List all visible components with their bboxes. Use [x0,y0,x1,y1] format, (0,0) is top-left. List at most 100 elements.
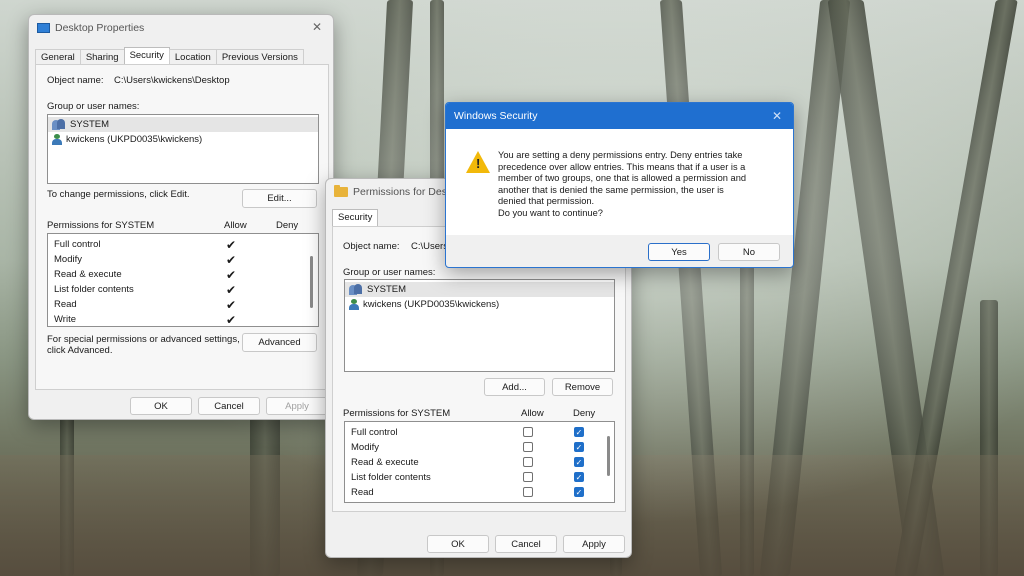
close-icon[interactable]: ✕ [769,108,785,124]
permission-label: Read & execute [54,269,122,280]
edit-button[interactable]: Edit... [242,189,317,208]
group-icon [349,284,363,295]
scrollbar[interactable] [310,256,313,308]
message-area: ! You are setting a deny permissions ent… [446,129,793,235]
message-line: denied that permission. [498,196,595,206]
no-button[interactable]: No [718,243,780,261]
deny-checkbox[interactable]: ✓ [574,487,584,497]
permission-label: List folder contents [351,472,431,483]
yes-button[interactable]: Yes [648,243,710,261]
user-name: kwickens (UKPD0035\kwickens) [66,134,203,145]
permission-row: Write [54,312,312,326]
permission-label: Read [54,299,77,310]
allow-header: Allow [521,408,544,419]
allow-checkbox[interactable] [523,472,533,482]
scrollbar[interactable] [607,436,610,476]
allow-check-icon: ✔ [226,298,237,312]
group-names-label: Group or user names: [343,267,436,278]
windows-security-dialog: Windows Security ✕ ! You are setting a d… [445,102,794,268]
message-line: Do you want to continue? [498,207,603,218]
permission-row: Modify [54,252,312,267]
allow-checkbox[interactable] [523,442,533,452]
user-name: SYSTEM [70,119,110,130]
ok-button[interactable]: OK [130,397,192,415]
allow-checkbox[interactable] [523,457,533,467]
permission-row: Read & execute [351,455,608,470]
warning-icon: ! [466,151,490,173]
list-item[interactable]: kwickens (UKPD0035\kwickens) [345,297,614,312]
allow-checkbox[interactable] [523,502,533,503]
tab-location[interactable]: Location [168,49,217,64]
message-line: You are setting a deny permissions entry… [498,150,743,160]
remove-button[interactable]: Remove [552,378,613,396]
ok-button[interactable]: OK [427,535,489,553]
permission-row: List folder contents [351,470,608,485]
window-title: Permissions for Deskt [353,186,456,198]
permission-row: List folder contents [54,282,312,297]
alert-message: You are setting a deny permissions entry… [498,150,746,219]
deny-checkbox[interactable]: ✓ [574,472,584,482]
allow-checkbox[interactable] [523,427,533,437]
allow-header: Allow [224,220,247,231]
deny-checkbox[interactable]: ✓ [574,502,584,503]
close-icon[interactable]: ✕ [309,19,325,35]
change-permissions-text: To change permissions, click Edit. [47,189,190,200]
tab-sharing[interactable]: Sharing [79,49,125,64]
allow-checkbox[interactable] [523,487,533,497]
group-icon [52,119,66,130]
folder-icon [334,185,348,197]
object-name-label: Object name: [343,241,400,252]
permission-label: List folder contents [54,284,134,295]
deny-header: Deny [573,408,596,419]
permissions-list: Full control Modify Read & execute List … [47,233,319,327]
allow-check-icon: ✔ [226,268,237,282]
user-icon [349,299,359,310]
cancel-button[interactable]: Cancel [198,397,260,415]
advanced-button[interactable]: Advanced [242,333,317,352]
permission-label: Modify [54,254,82,265]
apply-button: Apply [266,397,328,415]
tab-bar: General Sharing Security Location Previo… [35,47,304,64]
add-button[interactable]: Add... [484,378,545,396]
list-item[interactable]: SYSTEM [48,117,318,132]
allow-check-icon: ✔ [226,283,237,297]
apply-button[interactable]: Apply [563,535,625,553]
deny-checkbox[interactable]: ✓ [574,457,584,467]
title-bar: Desktop Properties [29,15,333,41]
permission-row: Full control [54,237,312,252]
permission-row: Full control [351,425,608,440]
permissions-header: Permissions for SYSTEM [47,220,155,231]
deny-checkbox[interactable]: ✓ [574,427,584,437]
user-list: SYSTEM kwickens (UKPD0035\kwickens) [47,114,319,184]
window-title: Windows Security [454,110,538,122]
object-name-value: C:\Users\kwickens\Desktop [114,75,230,86]
deny-checkbox[interactable]: ✓ [574,442,584,452]
tab-general[interactable]: General [35,49,81,64]
cancel-button[interactable]: Cancel [495,535,557,553]
permission-label: Full control [351,427,398,438]
permission-row: Read [54,297,312,312]
user-list: SYSTEM kwickens (UKPD0035\kwickens) [344,279,615,372]
user-icon [52,134,62,145]
permission-label: Write [54,314,76,325]
window-title: Desktop Properties [55,22,145,34]
group-names-label: Group or user names: [47,101,140,112]
message-line: member of two groups, one that is allowe… [498,173,747,183]
allow-check-icon: ✔ [226,253,237,267]
permission-row: Modify [351,440,608,455]
security-panel: Object name: C:\Users Group or user name… [332,226,626,512]
tab-security[interactable]: Security [123,47,170,64]
permissions-header: Permissions for SYSTEM [343,408,451,419]
allow-check-icon: ✔ [226,238,237,252]
security-panel: Object name: C:\Users\kwickens\Desktop G… [35,64,329,390]
list-item[interactable]: kwickens (UKPD0035\kwickens) [48,132,318,147]
special-permissions-text: For special permissions or advanced sett… [47,334,240,345]
permission-label: Full control [54,239,101,250]
permission-row: Read [351,485,608,500]
list-item[interactable]: SYSTEM [345,282,614,297]
tab-bar: Security [332,209,379,226]
permission-row: Read & execute [54,267,312,282]
permission-label: Read & execute [351,457,419,468]
tab-previous-versions[interactable]: Previous Versions [215,49,304,64]
tab-security[interactable]: Security [332,209,379,226]
